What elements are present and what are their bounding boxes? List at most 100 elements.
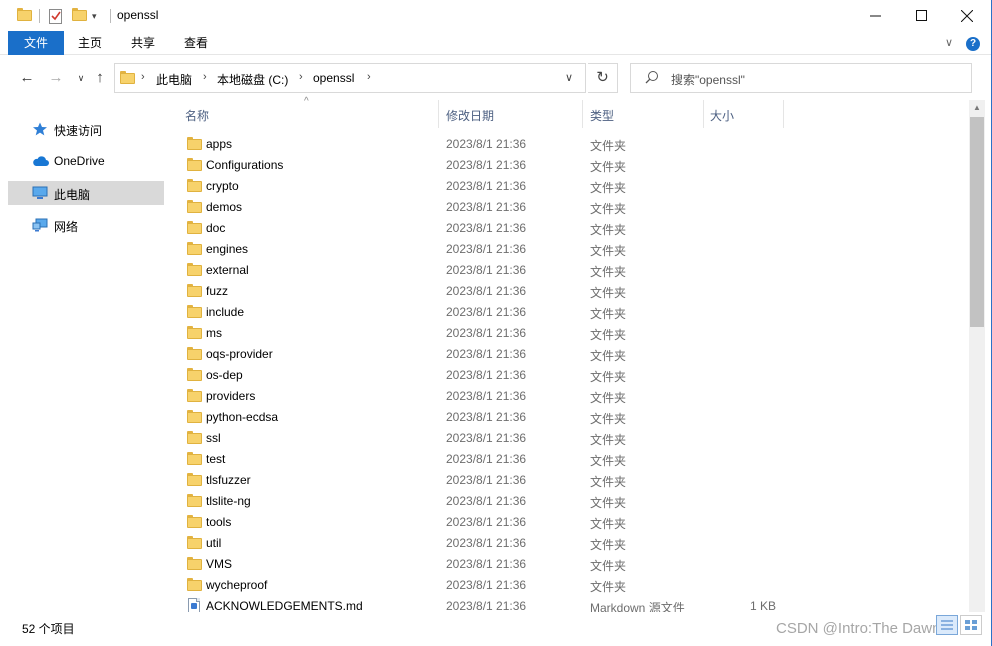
file-date: 2023/8/1 21:36: [446, 473, 527, 487]
file-row[interactable]: tlslite-ng 2023/8/1 21:36 文件夹: [166, 491, 969, 512]
file-type: 文件夹: [590, 517, 627, 531]
column-header-size[interactable]: 大小: [710, 104, 734, 129]
scrollbar-thumb[interactable]: [970, 117, 984, 327]
vertical-scrollbar[interactable]: ▲: [969, 100, 985, 612]
file-row[interactable]: tlsfuzzer 2023/8/1 21:36 文件夹: [166, 470, 969, 491]
file-row[interactable]: demos 2023/8/1 21:36 文件夹: [166, 197, 969, 218]
file-name: external: [206, 263, 249, 277]
tab-home[interactable]: 主页: [66, 31, 114, 55]
item-count: 52 个项目: [22, 622, 75, 636]
breadcrumb-local-disk[interactable]: 本地磁盘 (C:): [217, 71, 288, 88]
computer-icon: [32, 186, 48, 200]
large-icons-view-button[interactable]: [960, 615, 982, 635]
file-date: 2023/8/1 21:36: [446, 347, 527, 361]
column-divider[interactable]: [703, 100, 704, 128]
column-header-date[interactable]: 修改日期: [446, 104, 494, 129]
back-arrow-icon[interactable]: ←: [18, 69, 36, 87]
details-view-button[interactable]: [936, 615, 958, 635]
breadcrumb-separator[interactable]: ›: [203, 71, 207, 83]
file-date: 2023/8/1 21:36: [446, 494, 527, 508]
file-row[interactable]: ssl 2023/8/1 21:36 文件夹: [166, 428, 969, 449]
search-icon: [645, 70, 659, 87]
up-arrow-icon[interactable]: ↑: [91, 69, 109, 87]
folder-icon: [187, 179, 202, 192]
folder-icon: [187, 221, 202, 234]
file-row[interactable]: os-dep 2023/8/1 21:36 文件夹: [166, 365, 969, 386]
file-row[interactable]: tools 2023/8/1 21:36 文件夹: [166, 512, 969, 533]
column-divider[interactable]: [438, 100, 439, 128]
minimize-button[interactable]: [852, 0, 898, 31]
maximize-button[interactable]: [898, 0, 944, 31]
file-row[interactable]: VMS 2023/8/1 21:36 文件夹: [166, 554, 969, 575]
file-row[interactable]: doc 2023/8/1 21:36 文件夹: [166, 218, 969, 239]
help-icon[interactable]: ?: [966, 37, 980, 51]
file-row[interactable]: python-ecdsa 2023/8/1 21:36 文件夹: [166, 407, 969, 428]
expand-ribbon-icon[interactable]: ∨: [945, 36, 953, 49]
breadcrumb-openssl[interactable]: openssl: [313, 71, 354, 85]
breadcrumb-this-pc[interactable]: 此电脑: [156, 71, 192, 88]
file-row[interactable]: crypto 2023/8/1 21:36 文件夹: [166, 176, 969, 197]
customize-toolbar-icon[interactable]: ▾: [92, 6, 97, 26]
breadcrumb-separator[interactable]: ›: [367, 71, 371, 83]
file-row[interactable]: Configurations 2023/8/1 21:36 文件夹: [166, 155, 969, 176]
file-type: 文件夹: [590, 538, 627, 552]
sidebar-item-onedrive[interactable]: OneDrive: [8, 149, 164, 173]
breadcrumb-separator[interactable]: ›: [141, 71, 145, 83]
column-header-name[interactable]: 名称: [185, 104, 209, 129]
file-row[interactable]: ms 2023/8/1 21:36 文件夹: [166, 323, 969, 344]
file-row[interactable]: engines 2023/8/1 21:36 文件夹: [166, 239, 969, 260]
watermark: CSDN @Intro:The Dawn: [776, 620, 941, 637]
close-button[interactable]: [944, 0, 990, 31]
sidebar-item-quick-access[interactable]: 快速访问: [8, 117, 164, 141]
file-row[interactable]: wycheproof 2023/8/1 21:36 文件夹: [166, 575, 969, 596]
file-name: test: [206, 452, 226, 466]
file-name: ACKNOWLEDGEMENTS.md: [206, 599, 363, 613]
cloud-icon: [32, 154, 49, 168]
column-divider[interactable]: [783, 100, 784, 128]
tab-file[interactable]: 文件: [8, 31, 64, 55]
file-date: 2023/8/1 21:36: [446, 389, 527, 403]
tab-share[interactable]: 共享: [119, 31, 167, 55]
file-row[interactable]: include 2023/8/1 21:36 文件夹: [166, 302, 969, 323]
file-name: wycheproof: [206, 578, 268, 592]
sidebar-item-network[interactable]: 网络: [8, 213, 164, 237]
file-date: 2023/8/1 21:36: [446, 200, 527, 214]
address-dropdown-icon[interactable]: ∨: [565, 71, 573, 84]
folder-icon: [187, 284, 202, 297]
folder-icon: [187, 389, 202, 402]
file-type: 文件夹: [590, 412, 627, 426]
tab-view[interactable]: 查看: [172, 31, 220, 55]
file-row[interactable]: oqs-provider 2023/8/1 21:36 文件夹: [166, 344, 969, 365]
recent-locations-icon[interactable]: ∨: [72, 69, 90, 87]
file-date: 2023/8/1 21:36: [446, 452, 527, 466]
file-type: 文件夹: [590, 370, 627, 384]
sidebar-item-this-pc[interactable]: 此电脑: [8, 181, 164, 205]
ribbon: 文件 主页 共享 查看 ∨ ?: [0, 31, 991, 55]
file-row[interactable]: apps 2023/8/1 21:36 文件夹: [166, 134, 969, 155]
file-date: 2023/8/1 21:36: [446, 158, 527, 172]
file-date: 2023/8/1 21:36: [446, 410, 527, 424]
file-row[interactable]: test 2023/8/1 21:36 文件夹: [166, 449, 969, 470]
column-divider[interactable]: [582, 100, 583, 128]
scroll-up-icon[interactable]: ▲: [969, 100, 985, 116]
file-row[interactable]: util 2023/8/1 21:36 文件夹: [166, 533, 969, 554]
sidebar-item-label: 快速访问: [54, 124, 103, 138]
file-row[interactable]: external 2023/8/1 21:36 文件夹: [166, 260, 969, 281]
file-name: util: [206, 536, 222, 550]
refresh-button[interactable]: ↻: [588, 63, 618, 93]
folder-icon: [187, 452, 202, 465]
file-type: 文件夹: [590, 160, 627, 174]
search-input[interactable]: 搜索"openssl": [630, 63, 972, 93]
column-header-type[interactable]: 类型: [590, 104, 614, 129]
file-row[interactable]: fuzz 2023/8/1 21:36 文件夹: [166, 281, 969, 302]
breadcrumb-separator[interactable]: ›: [299, 71, 303, 83]
file-name: crypto: [206, 179, 239, 193]
file-name: tools: [206, 515, 232, 529]
file-type: 文件夹: [590, 475, 627, 489]
forward-arrow-icon[interactable]: →: [47, 69, 65, 87]
file-type: 文件夹: [590, 307, 627, 321]
file-row[interactable]: providers 2023/8/1 21:36 文件夹: [166, 386, 969, 407]
properties-icon[interactable]: [48, 6, 64, 26]
address-bar[interactable]: › 此电脑 › 本地磁盘 (C:) › openssl › ∨: [114, 63, 586, 93]
folder-icon: [187, 200, 202, 213]
